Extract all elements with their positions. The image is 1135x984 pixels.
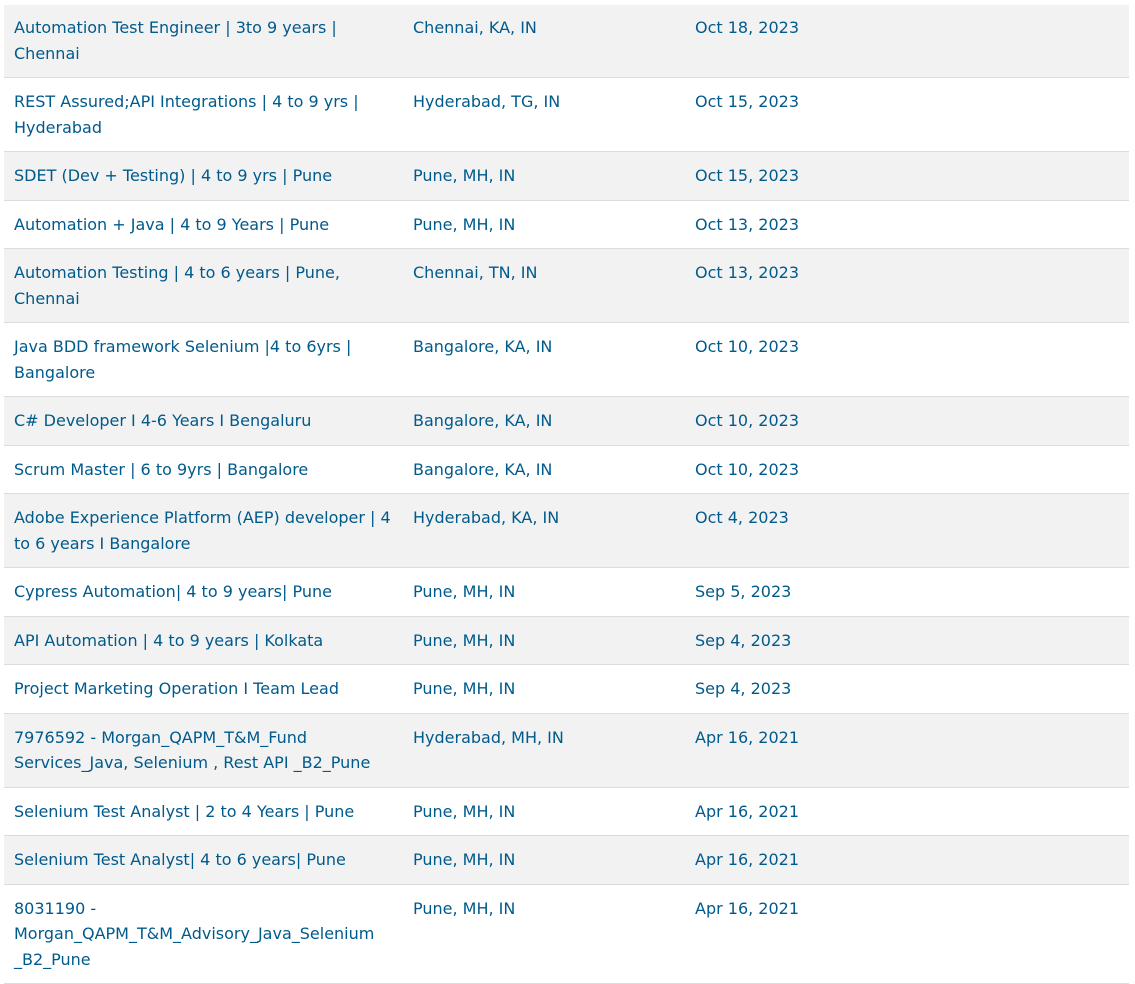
job-title-link[interactable]: Automation + Java | 4 to 9 Years | Pune	[14, 215, 329, 234]
job-title-cell: Automation + Java | 4 to 9 Years | Pune	[4, 200, 403, 249]
job-title-cell: Project Marketing Operation I Team Lead	[4, 665, 403, 714]
job-date: Apr 16, 2021	[695, 727, 800, 747]
job-row: Automation Test Engineer | 3to 9 years |…	[4, 5, 1129, 78]
job-location: Chennai, KA, IN	[413, 18, 537, 37]
job-row: Scrum Master | 6 to 9yrs | Bangalore Bang…	[4, 445, 1129, 494]
job-location: Bangalore, KA, IN	[413, 459, 553, 479]
job-date: Oct 18, 2023	[695, 18, 799, 37]
job-location: Chennai, TN, IN	[413, 263, 538, 282]
job-date: Oct 13, 2023	[695, 214, 799, 234]
job-title-link[interactable]: 7976592 - Morgan_QAPM_T&M_Fund Services_…	[14, 728, 370, 773]
job-title-link[interactable]: Selenium Test Analyst| 4 to 6 years| Pun…	[14, 850, 346, 869]
job-title-link[interactable]: Cypress Automation| 4 to 9 years| Pune	[14, 582, 332, 601]
job-title-cell: Selenium Test Analyst | 2 to 4 Years | P…	[4, 787, 403, 836]
job-location: Bangalore, KA, IN	[413, 337, 553, 356]
job-row: Automation + Java | 4 to 9 Years | Pune P…	[4, 200, 1129, 249]
job-date: Oct 4, 2023	[695, 508, 789, 527]
job-date: Sep 4, 2023	[695, 679, 792, 698]
job-location: Pune, MH, IN	[413, 582, 516, 601]
job-title-cell: API Automation | 4 to 9 years | Kolkata	[4, 616, 403, 665]
job-date: Sep 5, 2023	[695, 582, 792, 601]
job-location: Hyderabad, KA, IN	[413, 508, 560, 527]
job-title-cell: Java BDD framework Selenium |4 to 6yrs |…	[4, 323, 403, 397]
job-row: API Automation | 4 to 9 years | Kolkata P…	[4, 616, 1129, 665]
job-title-link[interactable]: Scrum Master | 6 to 9yrs | Bangalore	[14, 460, 308, 479]
job-title-cell: Cypress Automation| 4 to 9 years| Pune	[4, 568, 403, 617]
job-date: Sep 4, 2023	[695, 630, 792, 650]
job-title-link[interactable]: C# Developer I 4-6 Years I Bengaluru	[14, 411, 311, 430]
job-location: Bangalore, KA, IN	[413, 411, 553, 430]
job-row: Adobe Experience Platform (AEP) develope…	[4, 493, 1129, 568]
job-location: Pune, MH, IN	[413, 630, 516, 650]
job-title-cell: Adobe Experience Platform (AEP) develope…	[4, 494, 403, 568]
job-title-cell: C# Developer I 4-6 Years I Bengaluru	[4, 397, 403, 446]
job-row: 7976592 - Morgan_QAPM_T&M_Fund Services_…	[4, 713, 1129, 787]
job-location: Pune, MH, IN	[413, 898, 516, 918]
job-location: Pune, MH, IN	[413, 166, 516, 185]
job-location: Hyderabad, TG, IN	[413, 92, 561, 111]
job-title-link[interactable]: Selenium Test Analyst | 2 to 4 Years | P…	[14, 802, 354, 821]
job-title-cell: Automation Test Engineer | 3to 9 years |…	[4, 5, 403, 78]
job-title-cell: Selenium Test Analyst| 4 to 6 years| Pun…	[4, 836, 403, 885]
job-date: Oct 15, 2023	[695, 92, 799, 111]
job-row: Project Marketing Operation I Team Lead P…	[4, 664, 1129, 714]
job-title-link[interactable]: Automation Testing | 4 to 6 years | Pune…	[14, 263, 340, 308]
job-location: Pune, MH, IN	[413, 214, 516, 234]
job-location: Pune, MH, IN	[413, 679, 516, 698]
job-location: Hyderabad, MH, IN	[413, 727, 564, 747]
job-row: SDET (Dev + Testing) | 4 to 9 yrs | Pune…	[4, 151, 1129, 201]
job-date: Apr 16, 2021	[695, 801, 800, 821]
job-row: Automation Testing | 4 to 6 years | Pune…	[4, 248, 1129, 323]
job-title-cell: 7976592 - Morgan_QAPM_T&M_Fund Services_…	[4, 713, 403, 787]
job-title-link[interactable]: Project Marketing Operation I Team Lead	[14, 679, 339, 698]
job-row: 8031190 - Morgan_QAPM_T&M_Advisory_Java_…	[4, 884, 1129, 984]
job-rows: Automation Test Engineer | 3to 9 years |…	[4, 5, 1129, 984]
job-title-link[interactable]: 8031190 - Morgan_QAPM_T&M_Advisory_Java_…	[14, 899, 374, 969]
job-date: Apr 16, 2021	[695, 850, 800, 869]
job-title-cell: SDET (Dev + Testing) | 4 to 9 yrs | Pune	[4, 152, 403, 201]
job-date: Oct 15, 2023	[695, 166, 799, 185]
job-location: Pune, MH, IN	[413, 801, 516, 821]
job-date: Oct 10, 2023	[695, 459, 799, 479]
job-row: Selenium Test Analyst| 4 to 6 years| Pun…	[4, 835, 1129, 885]
job-title-cell: Scrum Master | 6 to 9yrs | Bangalore	[4, 445, 403, 494]
job-title-cell: 8031190 - Morgan_QAPM_T&M_Advisory_Java_…	[4, 884, 403, 984]
job-row: REST Assured;API Integrations | 4 to 9 y…	[4, 77, 1129, 152]
job-results-table: Automation Test Engineer | 3to 9 years |…	[4, 5, 1129, 984]
job-date: Oct 10, 2023	[695, 411, 799, 430]
job-title-cell: Automation Testing | 4 to 6 years | Pune…	[4, 249, 403, 323]
job-date: Oct 13, 2023	[695, 263, 799, 282]
job-row: Cypress Automation| 4 to 9 years| Pune Pu…	[4, 567, 1129, 617]
job-row: C# Developer I 4-6 Years I Bengaluru Bang…	[4, 396, 1129, 446]
job-title-link[interactable]: Java BDD framework Selenium |4 to 6yrs |…	[14, 337, 351, 382]
job-location: Pune, MH, IN	[413, 850, 516, 869]
job-title-cell: REST Assured;API Integrations | 4 to 9 y…	[4, 78, 403, 152]
job-date: Oct 10, 2023	[695, 337, 799, 356]
job-title-link[interactable]: SDET (Dev + Testing) | 4 to 9 yrs | Pune	[14, 166, 332, 185]
job-title-link[interactable]: REST Assured;API Integrations | 4 to 9 y…	[14, 92, 359, 137]
job-row: Selenium Test Analyst | 2 to 4 Years | P…	[4, 787, 1129, 836]
job-title-link[interactable]: Adobe Experience Platform (AEP) develope…	[14, 508, 391, 553]
job-title-link[interactable]: API Automation | 4 to 9 years | Kolkata	[14, 631, 323, 650]
job-title-link[interactable]: Automation Test Engineer | 3to 9 years |…	[14, 18, 337, 63]
job-row: Java BDD framework Selenium |4 to 6yrs |…	[4, 322, 1129, 397]
job-date: Apr 16, 2021	[695, 898, 800, 918]
